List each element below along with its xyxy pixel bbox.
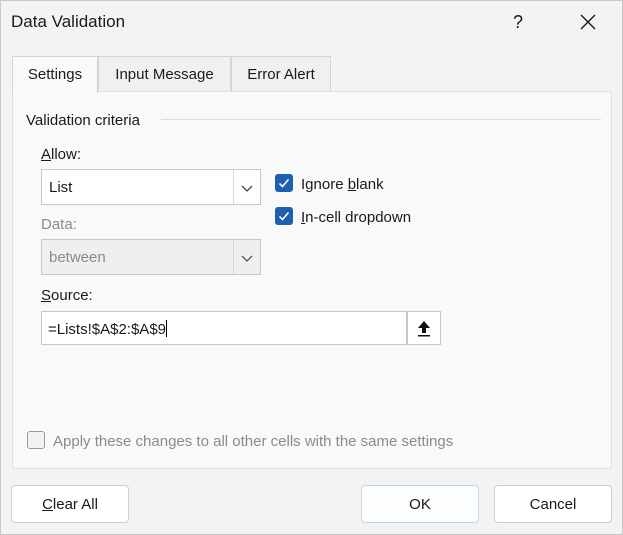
ok-button[interactable]: OK [361,485,479,523]
allow-label: Allow: [41,146,81,163]
source-input[interactable]: =Lists!$A$2:$A$9 [41,311,407,345]
dropdown-separator [233,170,234,204]
close-icon [580,14,596,30]
allow-label-text: llow: [51,146,82,163]
clear-all-access-key: C [42,495,53,513]
data-validation-dialog: Data Validation ? Settings Input Message… [0,0,623,535]
in-cell-dropdown-label[interactable]: In-cell dropdown [301,209,411,226]
source-value: =Lists!$A$2:$A$9 [48,320,168,338]
checkmark-icon [278,211,290,221]
group-divider [161,119,601,120]
validation-criteria-label: Validation criteria [26,112,140,129]
collapse-dialog-arrow-up-icon [418,321,430,337]
in-cell-dropdown-checkbox[interactable] [275,207,293,225]
apply-to-all-label: Apply these changes to all other cells w… [53,433,454,450]
help-button[interactable]: ? [497,5,539,39]
data-value: between [49,249,106,266]
source-access-key: S [41,287,52,304]
ignore-blank-text-pre: Ignore [301,176,348,193]
clear-all-text: lear All [52,495,98,513]
collapse-dialog-button[interactable] [407,311,441,345]
text-caret [166,320,168,337]
ignore-blank-checkbox[interactable] [275,174,293,192]
allow-access-key: A [41,146,52,163]
data-dropdown: between [41,239,261,275]
ignore-blank-label[interactable]: Ignore blank [301,176,384,193]
clear-all-button[interactable]: Clear All [11,485,129,523]
data-label: Data: [41,216,77,233]
settings-panel: Validation criteria Allow: List Ignore b… [12,91,612,469]
source-label-text: ource: [51,287,93,304]
dialog-title: Data Validation [11,12,126,31]
source-label: Source: [41,287,93,304]
ignore-blank-text-post: lank [356,176,384,193]
source-value-text: =Lists!$A$2:$A$9 [48,321,167,338]
allow-value: List [49,179,73,196]
chevron-down-icon [241,255,253,262]
tab-input-message[interactable]: Input Message [98,56,231,91]
checkmark-icon [278,178,290,188]
in-cell-dropdown-text: n-cell dropdown [305,209,412,226]
chevron-down-icon [241,185,253,192]
tab-error-alert[interactable]: Error Alert [231,56,331,91]
allow-dropdown[interactable]: List [41,169,261,205]
cancel-button[interactable]: Cancel [494,485,612,523]
ignore-blank-access-key: b [347,176,357,193]
close-button[interactable] [567,5,609,39]
dropdown-separator [233,240,234,274]
tab-settings[interactable]: Settings [12,56,98,93]
title-bar: Data Validation ? [1,1,622,43]
apply-to-all-checkbox [27,431,45,449]
